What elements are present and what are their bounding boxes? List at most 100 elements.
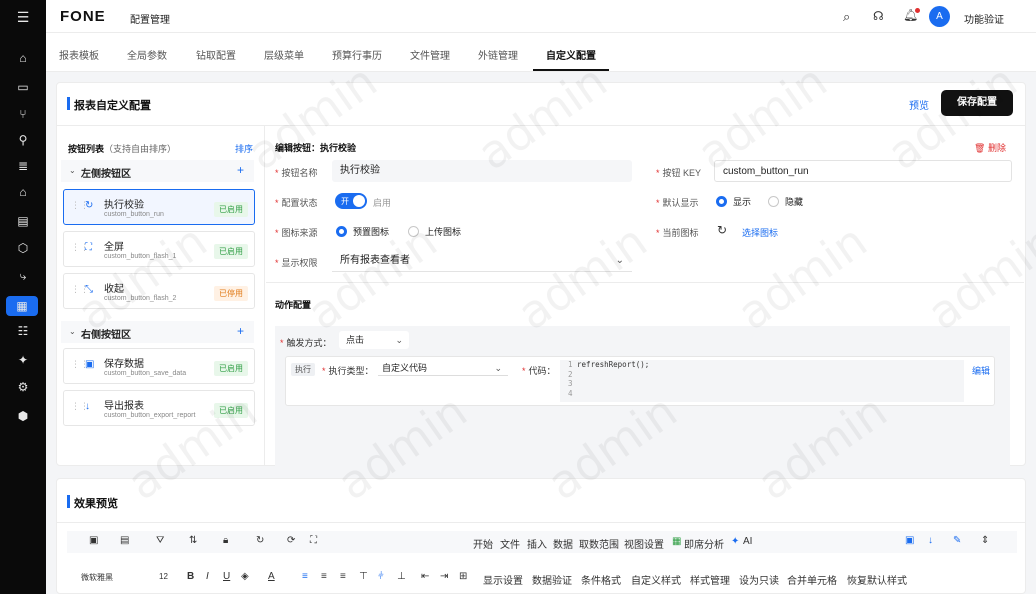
align-left-icon[interactable]: ≡	[302, 571, 308, 582]
more-icon[interactable]: ⇕	[981, 535, 989, 546]
add-icon[interactable]: +	[237, 324, 244, 338]
menu-file[interactable]: 文件	[500, 536, 520, 551]
trigger-select[interactable]: 点击 ⌄	[339, 331, 409, 349]
folder-icon[interactable]: ▤	[15, 213, 31, 229]
format-validation[interactable]: 数据验证	[532, 572, 572, 587]
format-custom-style[interactable]: 自定义样式	[631, 572, 681, 587]
list-item[interactable]: ⋮⋮ ↓ 导出报表 custom_button_export_report 已启…	[63, 390, 255, 426]
button-key-input[interactable]: custom_button_run	[714, 160, 1012, 182]
headset-icon[interactable]: ☊	[873, 9, 884, 23]
package-icon[interactable]: ⬢	[15, 408, 31, 424]
settings-icon[interactable]: ⚙	[15, 379, 31, 395]
font-color-icon[interactable]: A	[268, 571, 275, 582]
user-name[interactable]: 功能验证	[964, 11, 1004, 26]
left-group-header[interactable]: ⌄ 左侧按钮区 +	[61, 160, 254, 182]
sparkle-icon[interactable]: ✦	[15, 352, 31, 368]
format-display[interactable]: 显示设置	[483, 572, 523, 587]
save-as-icon[interactable]: ▤	[120, 535, 129, 546]
permission-select[interactable]: 所有报表查看者 ⌄	[332, 250, 632, 272]
list-item[interactable]: ⋮⋮ ⛶ 全屏 custom_button_flash_1 已启用	[63, 231, 255, 267]
font-size-select[interactable]: 12	[159, 572, 168, 581]
refresh-icon[interactable]: ↻	[256, 535, 264, 546]
tab-external-links[interactable]: 外链管理	[478, 47, 518, 62]
reload-icon[interactable]: ⟳	[287, 535, 295, 546]
list-item[interactable]: ⋮⋮ ▣ 保存数据 custom_button_save_data 已启用	[63, 348, 255, 384]
filter-icon[interactable]: ⛛	[156, 535, 164, 546]
radio-upload-icon[interactable]: 上传图标	[408, 225, 461, 238]
valign-middle-icon[interactable]: ⫩	[378, 571, 384, 582]
valign-top-icon[interactable]: ⊤	[359, 571, 368, 582]
preview-link[interactable]: 预览	[909, 97, 929, 112]
save-blue-icon[interactable]: ▣	[905, 535, 914, 546]
share-icon[interactable]: ⤷	[15, 268, 31, 284]
tab-level-menu[interactable]: 层级菜单	[264, 47, 304, 62]
format-readonly[interactable]: 设为只读	[739, 572, 779, 587]
bold-icon[interactable]: B	[187, 571, 194, 582]
report-config-icon[interactable]: ▦	[6, 296, 38, 316]
search-icon[interactable]: ⌕	[843, 9, 850, 25]
delete-button[interactable]: 🗑︎ 删除	[974, 141, 1006, 154]
sort-link[interactable]: 排序	[235, 142, 253, 155]
list-item[interactable]: ⋮⋮ ⤡ 收起 custom_button_flash_2 已停用	[63, 273, 255, 309]
indent-increase-icon[interactable]: ⇥	[440, 571, 448, 582]
format-style-manager[interactable]: 样式管理	[690, 572, 730, 587]
format-conditional[interactable]: 条件格式	[581, 572, 621, 587]
book-icon[interactable]: ▭	[15, 79, 31, 95]
tab-budget-calendar[interactable]: 预算行事历	[332, 47, 382, 62]
merge-icon[interactable]: ⊞	[459, 571, 467, 582]
home-icon[interactable]: ⌂	[15, 50, 31, 66]
tab-global-params[interactable]: 全局参数	[127, 47, 167, 62]
flow-icon[interactable]: ⑂	[15, 106, 31, 122]
format-reset-style[interactable]: 恢复默认样式	[847, 572, 907, 587]
save-icon[interactable]: ▣	[89, 535, 98, 546]
status-switch[interactable]: 开	[335, 193, 367, 209]
fullscreen-icon[interactable]: ⛶	[310, 535, 317, 546]
edit-code-link[interactable]: 编辑	[972, 364, 990, 377]
format-merge-cells[interactable]: 合并单元格	[787, 572, 837, 587]
org-icon[interactable]: ⚲	[15, 132, 31, 148]
code-editor[interactable]: 1 refreshReport(); 2 3 4	[560, 360, 964, 402]
align-right-icon[interactable]: ≡	[340, 571, 346, 582]
menu-insert[interactable]: 插入	[527, 536, 547, 551]
valign-bottom-icon[interactable]: ⊥	[397, 571, 406, 582]
italic-icon[interactable]: I	[206, 571, 209, 582]
underline-icon[interactable]: U	[223, 571, 230, 582]
menu-ai[interactable]: AI	[743, 536, 752, 547]
tab-report-template[interactable]: 报表模板	[59, 47, 99, 62]
lock-icon[interactable]: 🔒︎	[223, 535, 228, 546]
tab-file-management[interactable]: 文件管理	[410, 47, 450, 62]
save-config-button[interactable]: 保存配置	[941, 90, 1013, 116]
right-group-header[interactable]: ⌄ 右侧按钮区 +	[61, 321, 254, 343]
exec-type-select[interactable]: 自定义代码 ⌄	[378, 360, 508, 376]
sliders-icon[interactable]: ☷	[15, 323, 31, 339]
font-family-select[interactable]: 微软雅黑	[81, 572, 113, 583]
download-icon[interactable]: ↓	[928, 535, 933, 546]
fill-color-icon[interactable]: ◈	[241, 571, 249, 582]
indent-decrease-icon[interactable]: ⇤	[421, 571, 429, 582]
pen-icon[interactable]: ✎	[953, 535, 961, 546]
tab-drill-config[interactable]: 钻取配置	[196, 47, 236, 62]
menu-analysis[interactable]: 即席分析	[684, 536, 724, 551]
radio-hide[interactable]: 隐藏	[768, 195, 803, 208]
cube-icon[interactable]: ⬡	[15, 240, 31, 256]
format-toolbar: 微软雅黑 12 B I U ◈ A ≡ ≡ ≡ ⊤ ⫩ ⊥ ⇤ ⇥ ⊞ 显示设置…	[67, 569, 1017, 591]
choose-icon-link[interactable]: 选择图标	[742, 226, 778, 239]
hat-icon[interactable]: ⌂	[15, 184, 31, 200]
list-item[interactable]: ⋮⋮ ↻ 执行校验 custom_button_run 已启用	[63, 189, 255, 225]
radio-preset-icon[interactable]: 预置图标	[336, 225, 389, 238]
code-label: * 代码：	[522, 366, 556, 376]
menu-range[interactable]: 取数范围	[579, 536, 619, 551]
tab-custom-config[interactable]: 自定义配置	[546, 47, 596, 62]
align-center-icon[interactable]: ≡	[321, 571, 327, 582]
add-icon[interactable]: +	[237, 163, 244, 177]
table-icon[interactable]: ≣	[15, 158, 31, 174]
button-name-input[interactable]: 执行校验	[332, 160, 632, 182]
icon-source-label: * 图标来源	[275, 228, 318, 238]
avatar[interactable]: A	[929, 6, 950, 27]
menu-data[interactable]: 数据	[553, 536, 573, 551]
menu-icon[interactable]: ☰	[15, 9, 31, 25]
menu-start[interactable]: 开始	[473, 536, 493, 551]
menu-view[interactable]: 视图设置	[624, 536, 664, 551]
radio-show[interactable]: 显示	[716, 195, 751, 208]
sort-icon[interactable]: ⇅	[189, 535, 197, 546]
